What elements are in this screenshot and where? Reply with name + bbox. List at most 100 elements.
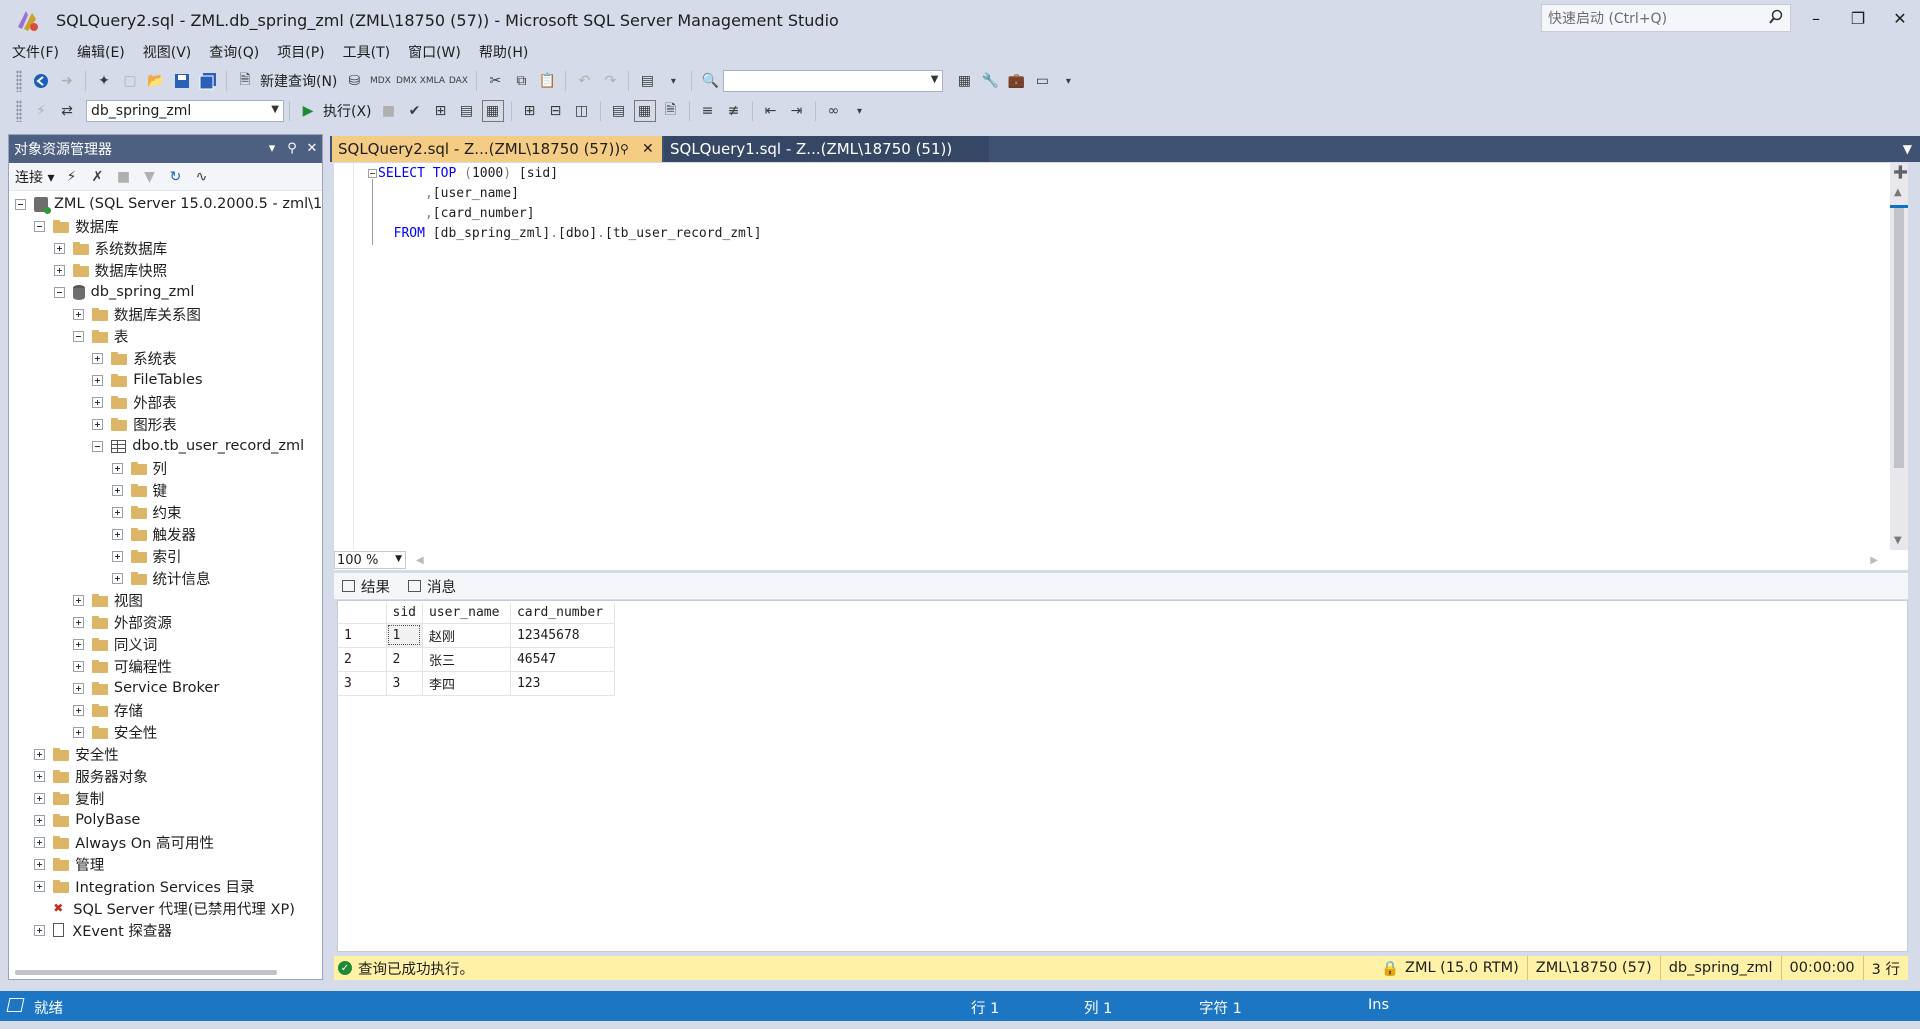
expand-icon[interactable] xyxy=(34,836,46,848)
increase-indent-icon[interactable]: ⇥ xyxy=(786,100,808,122)
include-actual-plan-icon[interactable]: ⊞ xyxy=(519,100,541,122)
xmla-query-icon[interactable]: XMLA xyxy=(420,70,445,92)
expand-icon[interactable] xyxy=(53,264,65,276)
collapse-icon[interactable] xyxy=(72,330,84,342)
scroll-down-icon[interactable]: ▼ xyxy=(1894,535,1902,546)
sql-code[interactable]: SELECT TOP (1000) [sid] ,[user_name] ,[c… xyxy=(378,164,762,244)
tree-item[interactable]: 键 xyxy=(111,479,167,501)
tree-item[interactable]: Service Broker xyxy=(72,677,219,699)
toolbar-overflow-icon[interactable]: ▾ xyxy=(1057,70,1079,92)
execute-icon[interactable]: ▶ xyxy=(297,100,319,122)
tree-item[interactable]: dbo.tb_user_record_zml xyxy=(92,435,304,457)
dropdown-icon[interactable]: ▾ xyxy=(662,70,684,92)
output-window-icon[interactable]: ▭ xyxy=(1031,70,1053,92)
row-number[interactable]: 2 xyxy=(338,647,387,672)
menu-window[interactable]: 窗口(W) xyxy=(402,42,473,62)
tree-item[interactable]: 可编程性 xyxy=(72,655,172,677)
redo-icon[interactable]: ↷ xyxy=(599,70,621,92)
menu-query[interactable]: 查询(Q) xyxy=(203,42,271,62)
cell-sid[interactable]: 3 xyxy=(386,671,423,696)
quick-launch-input[interactable]: 快速启动 (Ctrl+Q) xyxy=(1541,4,1791,32)
expand-icon[interactable] xyxy=(34,924,46,936)
scroll-left-icon[interactable]: ◀ xyxy=(416,555,424,566)
cell-card-number[interactable]: 12345678 xyxy=(510,623,615,648)
comment-icon[interactable]: ≡ xyxy=(697,100,719,122)
row-number[interactable]: 3 xyxy=(338,671,387,696)
collapse-icon[interactable] xyxy=(53,286,65,298)
split-editor-icon[interactable]: ➕ xyxy=(1893,165,1908,179)
tree-item[interactable]: 约束 xyxy=(111,501,182,523)
activity-monitor-icon[interactable]: ▤ xyxy=(636,70,658,92)
tree-item[interactable]: 表 xyxy=(72,325,128,347)
new-project-icon[interactable]: ✦ xyxy=(93,70,115,92)
expand-icon[interactable] xyxy=(72,704,84,716)
zoom-combo[interactable]: 100 % ▼ xyxy=(334,551,406,569)
expand-icon[interactable] xyxy=(111,528,123,540)
specify-template-values-icon[interactable]: ∞ xyxy=(823,100,845,122)
disconnect-icon[interactable]: ✗ xyxy=(86,166,108,188)
pin-icon[interactable]: ⚲ xyxy=(620,142,629,156)
undo-icon[interactable]: ↶ xyxy=(573,70,595,92)
back-icon[interactable] xyxy=(30,70,52,92)
tree-item[interactable]: 存储 xyxy=(72,699,143,721)
tab-sqlquery2[interactable]: SQLQuery2.sql - Z...(ZML\18750 (57)) ⚲ ✕ xyxy=(332,136,662,162)
scroll-thumb[interactable] xyxy=(1894,208,1904,468)
tree-item[interactable]: PolyBase xyxy=(34,809,140,831)
tree-item[interactable]: 系统表 xyxy=(92,347,177,369)
tree-item[interactable]: ✖ SQL Server 代理(已禁用代理 XP) xyxy=(34,897,295,919)
expand-icon[interactable] xyxy=(53,242,65,254)
tree-item[interactable]: 索引 xyxy=(111,545,182,567)
results-to-file-icon[interactable]: 🗎 xyxy=(660,100,682,122)
tree-item[interactable]: 统计信息 xyxy=(111,567,211,589)
tree-item[interactable]: ZML (SQL Server 15.0.2000.5 - zml\18750) xyxy=(15,193,322,215)
results-grid[interactable]: sid user_name card_number 1 1 赵刚 1234567… xyxy=(337,600,1908,952)
tree-item[interactable]: 数据库关系图 xyxy=(72,303,201,325)
collapse-icon[interactable] xyxy=(34,220,46,232)
expand-icon[interactable] xyxy=(111,506,123,518)
tree-item[interactable]: 外部表 xyxy=(92,391,177,413)
results-to-grid-icon[interactable]: ▦ xyxy=(481,100,504,122)
connect-icon[interactable]: ⚡ xyxy=(30,100,52,122)
cell-card-number[interactable]: 123 xyxy=(510,671,615,696)
expand-icon[interactable] xyxy=(34,792,46,804)
collapse-icon[interactable] xyxy=(15,198,26,210)
expand-icon[interactable] xyxy=(92,418,104,430)
toolbar-overflow-icon[interactable]: ▾ xyxy=(849,100,871,122)
refresh-icon[interactable]: ↻ xyxy=(164,166,186,188)
menu-file[interactable]: 文件(F) xyxy=(6,42,71,62)
window-position-dropdown-icon[interactable]: ▾ xyxy=(263,139,281,157)
expand-icon[interactable] xyxy=(72,616,84,628)
column-header-card-number[interactable]: card_number xyxy=(510,603,615,624)
query-editor[interactable]: SELECT TOP (1000) [sid] ,[user_name] ,[c… xyxy=(334,163,1908,550)
expand-icon[interactable] xyxy=(72,308,84,320)
expand-icon[interactable] xyxy=(34,770,46,782)
tree-item[interactable]: 数据库 xyxy=(34,215,119,237)
client-statistics-icon[interactable]: ◫ xyxy=(571,100,593,122)
expand-icon[interactable] xyxy=(72,726,84,738)
paste-icon[interactable]: 📋 xyxy=(536,70,558,92)
expand-icon[interactable] xyxy=(34,880,46,892)
parse-icon[interactable]: ✔ xyxy=(404,100,426,122)
tab-results[interactable]: 结果 xyxy=(334,576,400,597)
tree-item[interactable]: 触发器 xyxy=(111,523,196,545)
properties-wrench-icon[interactable]: 🔧 xyxy=(979,70,1001,92)
filter-icon[interactable]: ▼ xyxy=(138,166,160,188)
new-query-button[interactable]: 新建查询(N) xyxy=(260,71,337,91)
row-number[interactable]: 1 xyxy=(338,623,387,648)
tree-item[interactable]: 复制 xyxy=(34,787,104,809)
save-icon[interactable] xyxy=(171,70,193,92)
expand-icon[interactable] xyxy=(34,748,46,760)
tree-item[interactable]: 列 xyxy=(111,457,167,479)
dmx-query-icon[interactable]: DMX xyxy=(395,70,417,92)
tree-item[interactable]: 服务器对象 xyxy=(34,765,148,787)
collapse-icon[interactable] xyxy=(92,440,104,452)
expand-icon[interactable] xyxy=(72,660,84,672)
menu-tools[interactable]: 工具(T) xyxy=(337,42,402,62)
toolbar-grip[interactable] xyxy=(16,70,22,92)
menu-view[interactable]: 视图(V) xyxy=(137,42,204,62)
tree-item[interactable]: 安全性 xyxy=(72,721,157,743)
row-number-header[interactable] xyxy=(338,603,387,624)
decrease-indent-icon[interactable]: ⇤ xyxy=(760,100,782,122)
tab-messages[interactable]: 消息 xyxy=(400,576,466,597)
minimize-button[interactable]: – xyxy=(1796,6,1836,30)
